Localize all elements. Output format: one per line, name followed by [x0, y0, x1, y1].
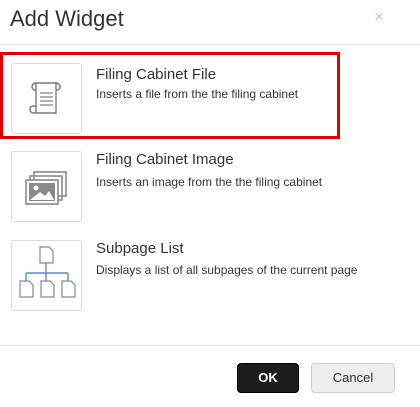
widget-thumbnail [11, 63, 82, 134]
widget-option-subpage-list[interactable]: Subpage List Displays a list of all subp… [3, 240, 357, 324]
dialog-title: Add Widget [10, 6, 124, 31]
widget-option-filing-cabinet-image[interactable]: Filing Cabinet Image Inserts an image fr… [3, 151, 343, 235]
cancel-button[interactable]: Cancel [311, 363, 395, 393]
widget-name: Filing Cabinet File [96, 66, 217, 83]
widget-description: Inserts an image from the the filing cab… [96, 175, 323, 189]
scroll-document-icon [12, 64, 81, 133]
widget-description: Inserts a file from the the filing cabin… [96, 87, 299, 101]
widget-thumbnail [11, 240, 82, 311]
widget-description: Displays a list of all subpages of the c… [96, 263, 358, 277]
widget-thumbnail [11, 151, 82, 222]
dialog-footer: OK Cancel [0, 345, 420, 407]
image-stack-icon [12, 152, 81, 221]
dialog-header: Add Widget × [0, 0, 420, 45]
widget-name: Filing Cabinet Image [96, 151, 234, 168]
widget-name: Subpage List [96, 240, 184, 257]
ok-button[interactable]: OK [237, 363, 299, 393]
add-widget-dialog: Add Widget × Filing Cabinet File Inserts… [0, 0, 420, 407]
close-icon[interactable]: × [374, 8, 384, 26]
page-hierarchy-icon [12, 241, 81, 310]
widget-option-filing-cabinet-file[interactable]: Filing Cabinet File Inserts a file from … [0, 52, 340, 139]
